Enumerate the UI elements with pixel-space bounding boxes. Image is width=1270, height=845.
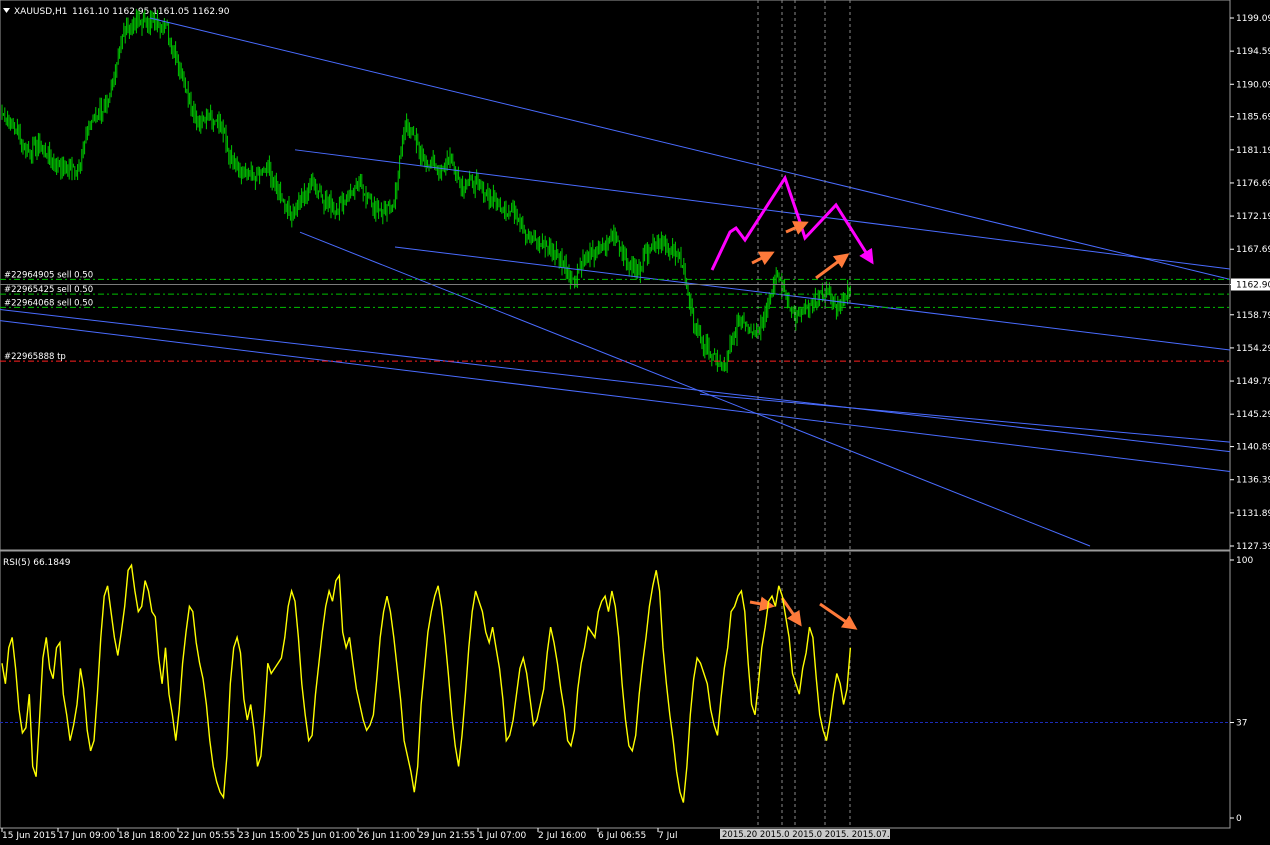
candles-layer <box>1 8 851 373</box>
price-tick-label: 1127.39 <box>1236 542 1270 552</box>
time-tick-label: 25 Jun 01:00 <box>298 831 355 841</box>
cursor-time-label: 2015.20 2015.0 2015.0 2015. 2015.07.10 2… <box>722 830 928 840</box>
price-tick-label: 1199.09 <box>1236 14 1270 24</box>
rsi-layer <box>0 563 1230 803</box>
time-tick-label: 1 Jul 07:00 <box>478 831 527 841</box>
time-tick-label: 2 Jul 16:00 <box>538 831 587 841</box>
price-tick-label: 1136.39 <box>1236 476 1270 486</box>
time-tick-label: 29 Jun 21:55 <box>418 831 475 841</box>
rsi-title: RSI(5) 66.1849 <box>3 558 71 568</box>
price-tick-label: 1149.79 <box>1236 377 1270 387</box>
trendline-6[interactable] <box>0 320 1231 473</box>
rsi-tick-label: 0 <box>1236 814 1242 824</box>
price-tick-label: 1145.29 <box>1236 410 1270 420</box>
chart-window[interactable]: XAUUSD,H1 1161.10 1162.95 1161.05 1162.9… <box>0 0 1270 845</box>
time-tick-label: 6 Jul 06:55 <box>598 831 646 841</box>
rsi-panel-border <box>0 550 1231 829</box>
trendline-2[interactable] <box>294 149 1231 270</box>
chart-canvas[interactable]: XAUUSD,H1 1161.10 1162.95 1161.05 1162.9… <box>0 0 1270 845</box>
rsi-tick-label: 100 <box>1236 556 1253 566</box>
rsi-axis: 100 37 0 <box>1230 556 1253 824</box>
current-price-label: 1162.90 <box>1236 281 1270 291</box>
price-tick-label: 1194.59 <box>1236 47 1270 57</box>
vertical-markers-layer <box>757 0 851 828</box>
order-label-2: #22965425 sell 0.50 <box>4 285 93 295</box>
time-tick-label: 18 Jun 18:00 <box>118 831 175 841</box>
orders-layer[interactable]: #22964905 sell 0.50 #22965425 sell 0.50 #2… <box>0 270 1230 362</box>
pattern-arrow[interactable] <box>710 174 874 271</box>
trendline-7[interactable] <box>699 393 1231 443</box>
symbol-dropdown-icon[interactable] <box>3 8 10 13</box>
order-label-4: #22965888 tp <box>4 352 66 362</box>
time-tick-label: 15 Jun 2015 <box>2 831 56 841</box>
time-axis: 2015.20 2015.0 2015.0 2015. 2015.07.10 2… <box>1 828 928 841</box>
time-tick-label: 23 Jun 15:00 <box>238 831 295 841</box>
time-tick-label: 22 Jun 05:55 <box>178 831 235 841</box>
rsi-line <box>1 563 852 803</box>
price-tick-label: 1190.09 <box>1236 80 1270 90</box>
price-tick-label: 1185.69 <box>1236 113 1270 123</box>
trendline-1[interactable] <box>149 17 1231 280</box>
price-tick-label: 1131.89 <box>1236 509 1270 519</box>
time-tick-label: 17 Jun 09:00 <box>58 831 115 841</box>
time-tick-label: 7 Jul <box>658 831 677 841</box>
price-tick-label: 1140.89 <box>1236 443 1270 453</box>
trendlines-layer[interactable] <box>0 17 1231 547</box>
time-tick-label: 26 Jun 11:00 <box>358 831 415 841</box>
order-label-1: #22964905 sell 0.50 <box>4 270 93 280</box>
price-tick-label: 1167.69 <box>1236 245 1270 255</box>
trendline-5[interactable] <box>0 309 1231 453</box>
price-tick-label: 1158.79 <box>1236 311 1270 321</box>
orange-arrow-3[interactable] <box>815 253 850 280</box>
rsi-tick-label: 37 <box>1236 719 1247 729</box>
price-axis: 1199.09 1194.59 1190.09 1185.69 1181.19 1176.… <box>1230 14 1270 552</box>
orange-arrow-1[interactable] <box>751 251 775 266</box>
price-tick-label: 1176.69 <box>1236 179 1270 189</box>
chart-frame <box>0 0 1231 829</box>
order-label-3: #22964068 sell 0.50 <box>4 298 93 308</box>
price-tick-label: 1172.19 <box>1236 212 1270 222</box>
price-tick-label: 1181.19 <box>1236 146 1270 156</box>
symbol-title: XAUUSD,H1 <box>14 7 68 17</box>
trendline-4[interactable] <box>394 246 1231 351</box>
price-tick-label: 1154.29 <box>1236 344 1270 354</box>
